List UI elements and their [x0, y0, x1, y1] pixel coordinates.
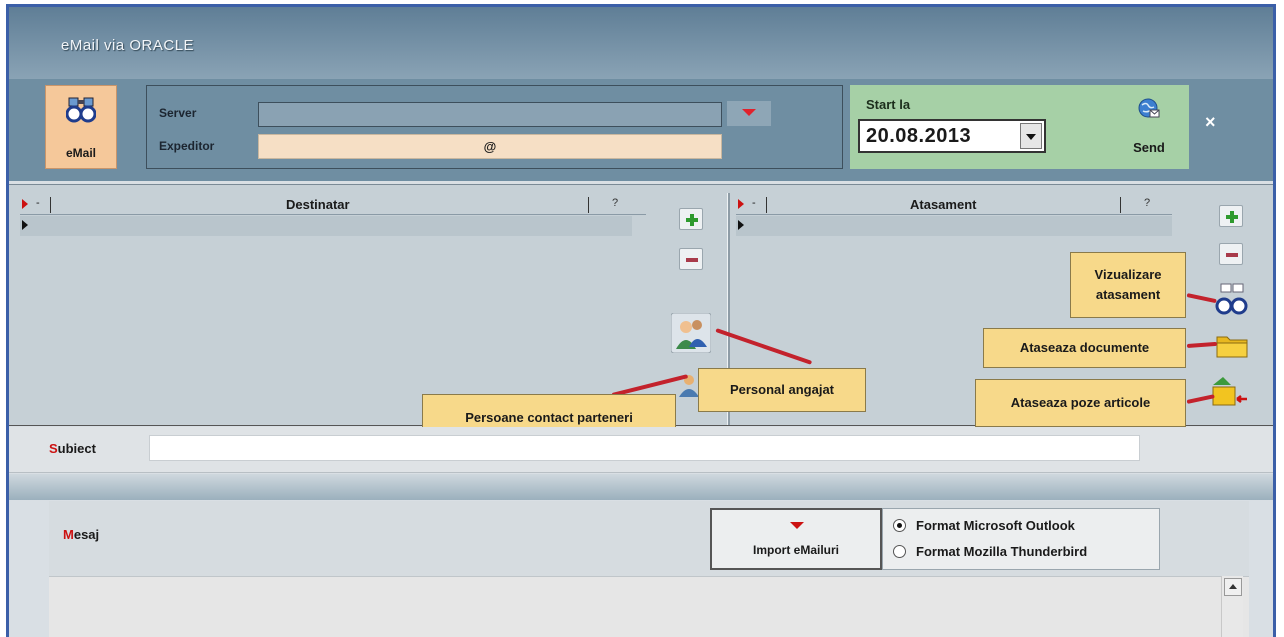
date-dropdown-button[interactable] [1020, 123, 1042, 149]
view-attachment-icon[interactable] [1213, 282, 1249, 318]
close-button[interactable]: × [1205, 112, 1216, 133]
add-attachment-button[interactable] [1219, 205, 1243, 227]
callout-vizualizare-atasament: Vizualizare atasament [1070, 252, 1186, 318]
callout-ataseaza-poze: Ataseaza poze articole [975, 379, 1186, 427]
current-row-icon [738, 220, 744, 230]
send-label: Send [1133, 140, 1165, 155]
format-radio-group: Format Microsoft Outlook Format Mozilla … [882, 508, 1160, 570]
expeditor-label: Expeditor [159, 139, 215, 153]
start-label: Start la [866, 97, 911, 112]
recipients-grid-header: - Destinatar ? [20, 195, 646, 215]
radio-unselected-icon [893, 545, 906, 558]
radio-selected-icon [893, 519, 906, 532]
send-button[interactable]: Send [1109, 85, 1189, 169]
server-label: Server [159, 106, 197, 120]
callout-ataseaza-documente: Ataseaza documente [983, 328, 1186, 368]
row-pointer-icon[interactable] [20, 197, 32, 211]
start-date-value: 20.08.2013 [866, 125, 972, 147]
message-panel: Mesaj Import eMailuri Format Microsoft O… [49, 501, 1249, 637]
server-field[interactable] [258, 102, 722, 127]
column-separator [588, 197, 589, 213]
current-row-icon [22, 220, 28, 230]
start-date-picker[interactable]: 20.08.2013 [858, 119, 1046, 153]
window-title: eMail via ORACLE [61, 37, 195, 54]
callout-personal-angajat: Personal angajat [698, 368, 866, 412]
column-separator [766, 197, 767, 213]
add-picture-icon[interactable] [1209, 375, 1249, 409]
email-button[interactable]: eMail [45, 85, 117, 169]
section-divider [9, 474, 1273, 500]
callout-vizualizare-line-2: atasament [1095, 287, 1161, 302]
import-emails-button[interactable]: Import eMailuri [710, 508, 882, 570]
subject-row: Subiect [9, 427, 1273, 473]
attachments-select-all[interactable]: - [752, 197, 756, 209]
add-recipient-button[interactable] [679, 208, 703, 230]
email-button-label: eMail [65, 146, 96, 160]
radio-format-thunderbird[interactable]: Format Mozilla Thunderbird [893, 544, 1087, 559]
column-header-destinatar[interactable]: Destinatar [286, 197, 350, 212]
subject-input[interactable] [149, 435, 1140, 461]
grids-panel: - Destinatar ? - Atasament ? Personal an… [9, 184, 1273, 442]
row-pointer-icon[interactable] [736, 197, 748, 211]
personal-angajat-icon[interactable] [671, 313, 711, 353]
scroll-up-button[interactable] [1224, 578, 1242, 596]
folder-icon[interactable] [1215, 331, 1249, 359]
chevron-down-icon [742, 109, 756, 116]
callout-vizualizare-line-1: Vizualizare [1094, 267, 1162, 282]
remove-recipient-button[interactable] [679, 248, 703, 270]
globe-send-icon [1138, 98, 1160, 118]
column-header-help[interactable]: ? [612, 197, 618, 209]
import-emails-label: Import eMailuri [752, 543, 839, 557]
message-label: Mesaj [63, 527, 100, 542]
binoculars-icon [66, 97, 96, 123]
message-body[interactable] [49, 576, 1249, 637]
column-header-help[interactable]: ? [1144, 197, 1150, 209]
column-separator [1120, 197, 1121, 213]
start-panel: Start la 20.08.2013 [850, 85, 1109, 169]
main-window: eMail via ORACLE eMail Server Expeditor … [6, 4, 1276, 637]
sender-fields: Server Expeditor @ [146, 85, 843, 169]
recipients-select-all[interactable]: - [36, 197, 40, 209]
message-scrollbar[interactable] [1221, 576, 1243, 637]
chevron-down-icon [1026, 134, 1036, 140]
radio-format-outlook[interactable]: Format Microsoft Outlook [893, 518, 1075, 533]
expeditor-field[interactable]: @ [258, 134, 722, 159]
remove-attachment-button[interactable] [1219, 243, 1243, 265]
column-separator [50, 197, 51, 213]
chevron-down-icon [790, 522, 804, 529]
table-row[interactable] [20, 216, 632, 236]
callout-pointer [1186, 341, 1218, 348]
subject-label: Subiect [49, 441, 96, 456]
server-dropdown-button[interactable] [727, 101, 771, 126]
title-bar: eMail via ORACLE [9, 7, 1273, 79]
attachments-grid-header: - Atasament ? [736, 195, 1172, 215]
column-header-atasament[interactable]: Atasament [910, 197, 976, 212]
recipients-grid: - Destinatar ? [20, 195, 646, 425]
table-row[interactable] [736, 216, 1172, 236]
